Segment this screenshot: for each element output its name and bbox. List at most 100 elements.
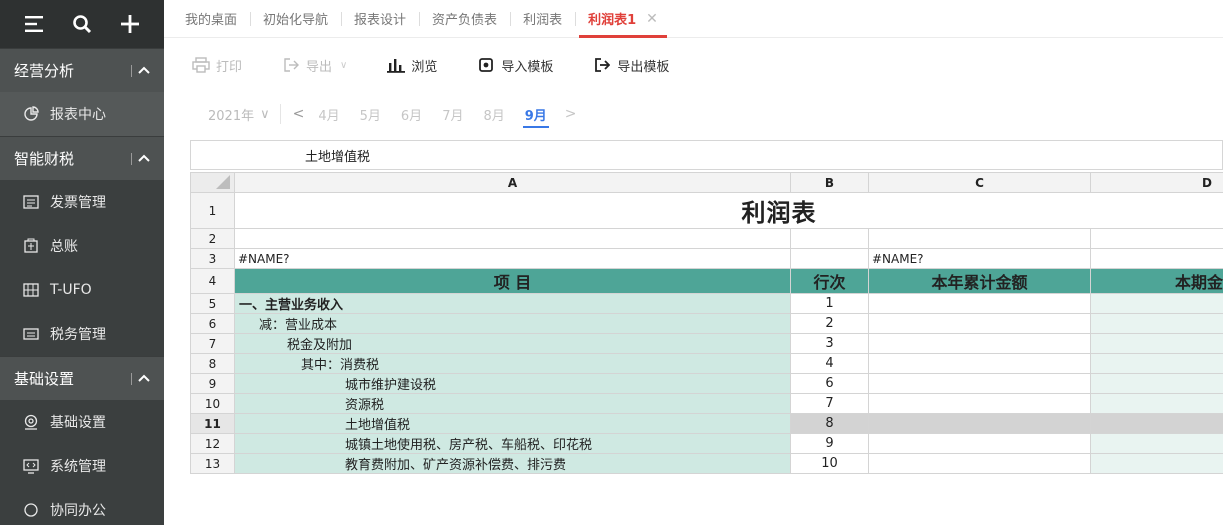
line-number-cell[interactable]: 4 xyxy=(790,353,869,374)
row-number[interactable]: 3 xyxy=(190,248,235,269)
period-amount-cell[interactable] xyxy=(1090,293,1223,314)
print-button[interactable]: 打印 xyxy=(192,56,242,75)
header-ytd-amount[interactable]: 本年累计金额 xyxy=(868,268,1091,294)
column-header-a[interactable]: A xyxy=(234,172,791,193)
line-number-cell[interactable]: 1 xyxy=(790,293,869,314)
cell[interactable] xyxy=(1090,248,1223,269)
item-label-cell[interactable]: 税金及附加 xyxy=(234,333,791,354)
row-number[interactable]: 8 xyxy=(190,353,235,374)
sidebar-item-report-center[interactable]: 报表中心 xyxy=(0,92,164,136)
cell[interactable] xyxy=(868,228,1091,249)
ytd-amount-cell[interactable] xyxy=(868,413,1091,434)
column-header-b[interactable]: B xyxy=(790,172,869,193)
row-number[interactable]: 2 xyxy=(190,228,235,249)
month-8[interactable]: 8月 xyxy=(483,100,504,128)
plus-icon[interactable] xyxy=(117,11,143,37)
browse-button[interactable]: 浏览 xyxy=(387,56,437,75)
tab-init-nav[interactable]: 初始化导航 xyxy=(250,0,341,38)
period-amount-cell[interactable] xyxy=(1090,433,1223,454)
row-number[interactable]: 7 xyxy=(190,333,235,354)
line-number-cell[interactable]: 3 xyxy=(790,333,869,354)
line-number-cell[interactable]: 9 xyxy=(790,433,869,454)
tab-desktop[interactable]: 我的桌面 xyxy=(172,0,250,38)
line-number-cell[interactable]: 8 xyxy=(790,413,869,434)
sidebar-item-tufo[interactable]: T-UFO xyxy=(0,268,164,312)
search-icon[interactable] xyxy=(69,11,95,37)
month-4[interactable]: 4月 xyxy=(318,100,339,128)
sidebar-item-tax[interactable]: 税务管理 xyxy=(0,312,164,356)
ytd-amount-cell[interactable] xyxy=(868,293,1091,314)
sidebar-item-invoice[interactable]: 发票管理 xyxy=(0,180,164,224)
row-number[interactable]: 5 xyxy=(190,293,235,314)
cell-c3[interactable]: #NAME? xyxy=(868,248,1091,269)
sidebar-group-analysis[interactable]: 经营分析 xyxy=(0,48,164,92)
ytd-amount-cell[interactable] xyxy=(868,333,1091,354)
ytd-amount-cell[interactable] xyxy=(868,313,1091,334)
header-period-amount[interactable]: 本期金额 xyxy=(1090,268,1223,294)
sidebar-item-ledger[interactable]: 总账 xyxy=(0,224,164,268)
item-label-cell[interactable]: 一、主营业务收入 xyxy=(234,293,791,314)
tab-income-statement-1[interactable]: 利润表1 ✕ xyxy=(575,0,671,38)
line-number-cell[interactable]: 10 xyxy=(790,453,869,474)
import-template-button[interactable]: 导入模板 xyxy=(477,56,553,75)
chevron-left-icon[interactable]: < xyxy=(293,106,305,122)
ytd-amount-cell[interactable] xyxy=(868,373,1091,394)
period-amount-cell[interactable] xyxy=(1090,313,1223,334)
formula-bar[interactable]: 土地增值税 xyxy=(190,140,1223,170)
cell-a3[interactable]: #NAME? xyxy=(234,248,791,269)
period-amount-cell[interactable] xyxy=(1090,453,1223,474)
tab-balance-sheet[interactable]: 资产负债表 xyxy=(419,0,510,38)
month-9[interactable]: 9月 xyxy=(522,100,549,128)
cell[interactable] xyxy=(790,248,869,269)
period-amount-cell[interactable] xyxy=(1090,393,1223,414)
period-amount-cell[interactable] xyxy=(1090,373,1223,394)
sidebar-group-basic[interactable]: 基础设置 xyxy=(0,356,164,400)
column-header-c[interactable]: C xyxy=(868,172,1091,193)
menu-icon[interactable] xyxy=(21,11,47,37)
row-number[interactable]: 9 xyxy=(190,373,235,394)
item-label-cell[interactable]: 其中：消费税 xyxy=(234,353,791,374)
row-number[interactable]: 1 xyxy=(190,192,235,229)
line-number-cell[interactable]: 7 xyxy=(790,393,869,414)
report-title[interactable]: 利润表 xyxy=(234,192,1223,229)
ytd-amount-cell[interactable] xyxy=(868,433,1091,454)
line-number-cell[interactable]: 2 xyxy=(790,313,869,334)
item-label-cell[interactable]: 土地增值税 xyxy=(234,413,791,434)
select-all-corner[interactable] xyxy=(190,172,235,193)
row-number[interactable]: 6 xyxy=(190,313,235,334)
year-select[interactable]: 2021年 ∨ xyxy=(208,104,281,124)
ytd-amount-cell[interactable] xyxy=(868,353,1091,374)
row-number[interactable]: 11 xyxy=(190,413,235,434)
item-label-cell[interactable]: 资源税 xyxy=(234,393,791,414)
cell[interactable] xyxy=(234,228,791,249)
header-item[interactable]: 项 目 xyxy=(234,268,791,294)
export-template-button[interactable]: 导出模板 xyxy=(593,56,669,75)
sidebar-item-collab[interactable]: 协同办公 xyxy=(0,488,164,525)
period-amount-cell[interactable] xyxy=(1090,353,1223,374)
ytd-amount-cell[interactable] xyxy=(868,453,1091,474)
row-number[interactable]: 12 xyxy=(190,433,235,454)
month-6[interactable]: 6月 xyxy=(401,100,422,128)
sidebar-group-finance[interactable]: 智能财税 xyxy=(0,136,164,180)
close-icon[interactable]: ✕ xyxy=(646,11,658,27)
period-amount-cell[interactable] xyxy=(1090,413,1223,434)
month-7[interactable]: 7月 xyxy=(442,100,463,128)
export-button[interactable]: 导出 ∨ xyxy=(282,56,347,75)
line-number-cell[interactable]: 6 xyxy=(790,373,869,394)
sidebar-item-basic-settings[interactable]: 基础设置 xyxy=(0,400,164,444)
month-5[interactable]: 5月 xyxy=(360,100,381,128)
item-label-cell[interactable]: 城镇土地使用税、房产税、车船税、印花税 xyxy=(234,433,791,454)
sidebar-item-system[interactable]: 系统管理 xyxy=(0,444,164,488)
cell[interactable] xyxy=(790,228,869,249)
item-label-cell[interactable]: 减：营业成本 xyxy=(234,313,791,334)
header-line-no[interactable]: 行次 xyxy=(790,268,869,294)
cell[interactable] xyxy=(1090,228,1223,249)
chevron-right-icon[interactable]: > xyxy=(565,106,577,122)
item-label-cell[interactable]: 教育费附加、矿产资源补偿费、排污费 xyxy=(234,453,791,474)
tab-income-statement[interactable]: 利润表 xyxy=(510,0,575,38)
row-number[interactable]: 4 xyxy=(190,268,235,294)
tab-report-design[interactable]: 报表设计 xyxy=(341,0,419,38)
period-amount-cell[interactable] xyxy=(1090,333,1223,354)
row-number[interactable]: 13 xyxy=(190,453,235,474)
column-header-d[interactable]: D xyxy=(1090,172,1223,193)
